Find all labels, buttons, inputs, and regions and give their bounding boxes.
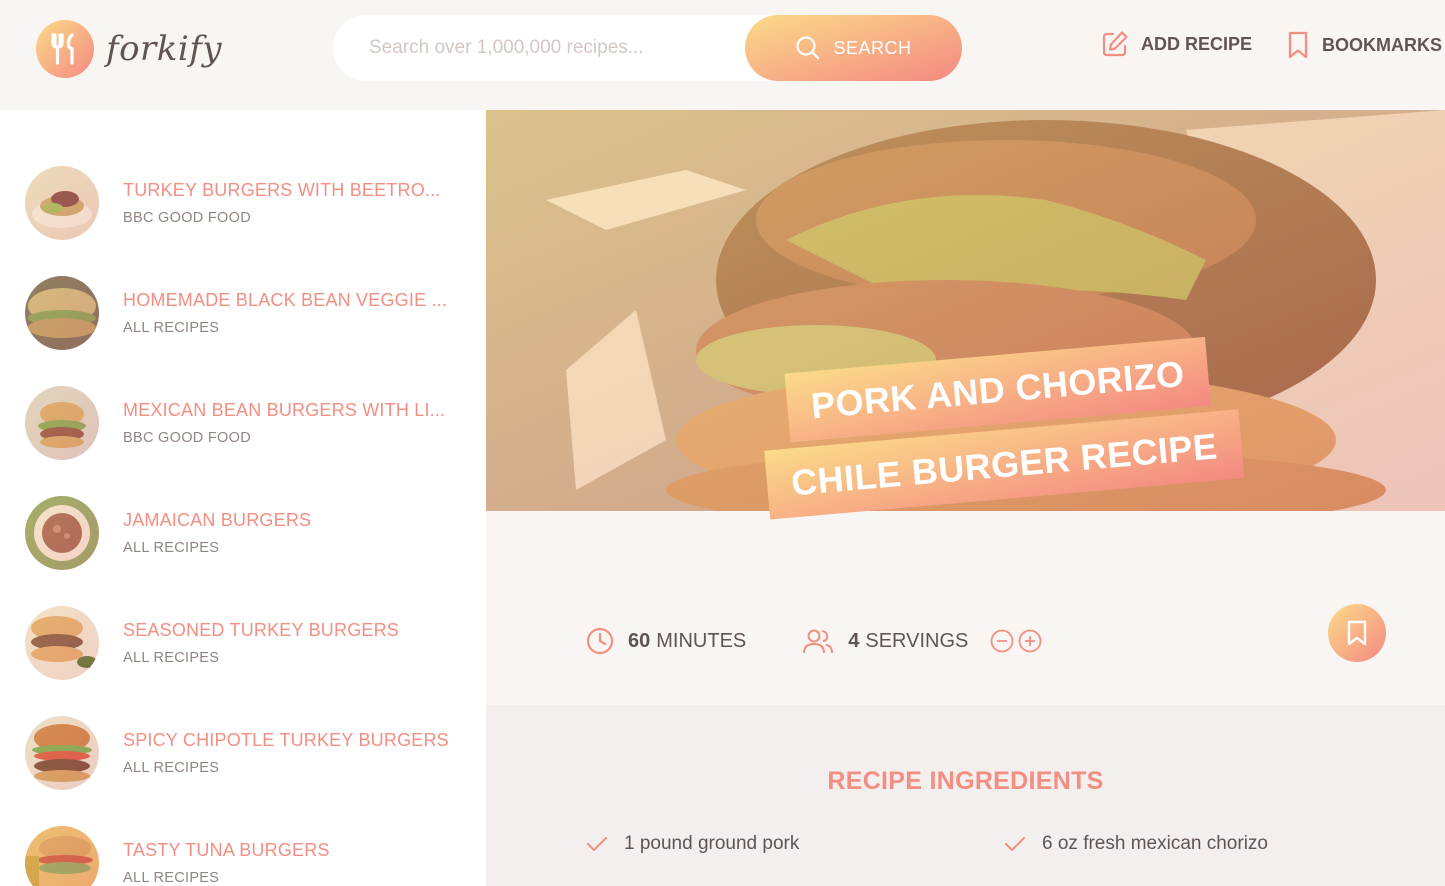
- result-item[interactable]: SEASONED TURKEY BURGERS ALL RECIPES: [25, 605, 465, 681]
- logo-text: forkify: [106, 29, 223, 69]
- result-title: TURKEY BURGERS WITH BEETRO...: [123, 180, 441, 200]
- ingredient-text: 1 pound ground pork: [624, 833, 800, 854]
- ingredient-text: 6 oz fresh mexican chorizo: [1042, 833, 1268, 854]
- ingredients-section: RECIPE INGREDIENTS 1 pound ground pork 6…: [486, 705, 1445, 886]
- result-thumbnail: [25, 386, 99, 460]
- logo-fork-icon: [36, 20, 94, 78]
- bookmarks-label: BOOKMARKS: [1322, 34, 1442, 55]
- result-publisher: ALL RECIPES: [123, 870, 220, 886]
- search-button-label: SEARCH: [833, 37, 912, 58]
- result-title: TASTY TUNA BURGERS: [123, 840, 330, 860]
- cooking-time: 60 MINUTES: [586, 627, 746, 655]
- recipe-details: 60 MINUTES 4 SERVINGS: [586, 618, 1386, 664]
- search-button[interactable]: SEARCH: [745, 15, 962, 81]
- result-thumbnail: [25, 826, 99, 886]
- result-title: MEXICAN BEAN BURGERS WITH LI...: [123, 400, 446, 420]
- bookmark-icon: [1286, 30, 1310, 60]
- result-title: SPICY CHIPOTLE TURKEY BURGERS: [123, 730, 449, 750]
- servings-controls: [988, 629, 1044, 653]
- result-thumbnail: [25, 606, 99, 680]
- result-title: HOMEMADE BLACK BEAN VEGGIE ...: [123, 290, 448, 310]
- result-publisher: ALL RECIPES: [123, 540, 220, 556]
- add-recipe-label: ADD RECIPE: [1141, 33, 1253, 54]
- minus-circle-icon: [990, 629, 1014, 653]
- bookmark-icon: [1346, 619, 1368, 647]
- recipe-view: PORK AND CHORIZO CHILE BURGER RECIPE 60 …: [486, 110, 1445, 886]
- result-publisher: ALL RECIPES: [123, 760, 220, 776]
- result-item[interactable]: MEXICAN BEAN BURGERS WITH LI... BBC GOOD…: [25, 385, 465, 461]
- result-item[interactable]: TASTY TUNA BURGERS ALL RECIPES: [25, 825, 465, 886]
- increase-servings-button[interactable]: [1016, 629, 1044, 653]
- result-title: JAMAICAN BURGERS: [123, 510, 312, 530]
- plus-circle-icon: [1018, 629, 1042, 653]
- servings-value: 4: [848, 629, 860, 652]
- result-publisher: BBC GOOD FOOD: [123, 210, 251, 226]
- cooking-time-value: 60: [628, 629, 651, 652]
- result-thumbnail: [25, 166, 99, 240]
- clock-icon: [586, 627, 614, 655]
- result-thumbnail: [25, 276, 99, 350]
- users-icon: [802, 627, 834, 655]
- result-title: SEASONED TURKEY BURGERS: [123, 620, 400, 640]
- bookmark-recipe-button[interactable]: [1328, 604, 1386, 662]
- decrease-servings-button[interactable]: [988, 629, 1016, 653]
- servings: 4 SERVINGS: [802, 627, 968, 655]
- result-publisher: BBC GOOD FOOD: [123, 430, 251, 446]
- check-icon: [1004, 835, 1026, 853]
- result-item[interactable]: JAMAICAN BURGERS ALL RECIPES: [25, 495, 465, 571]
- search-icon: [795, 35, 821, 61]
- result-item[interactable]: TURKEY BURGERS WITH BEETRO... BBC GOOD F…: [25, 165, 465, 241]
- result-publisher: ALL RECIPES: [123, 650, 220, 666]
- ingredient-item: 1 pound ground pork: [586, 833, 799, 855]
- add-recipe-button[interactable]: ADD RECIPE: [1101, 30, 1252, 58]
- result-item[interactable]: SPICY CHIPOTLE TURKEY BURGERS ALL RECIPE…: [25, 715, 465, 791]
- logo[interactable]: forkify: [36, 20, 222, 78]
- ingredients-heading: RECIPE INGREDIENTS: [827, 767, 1104, 795]
- result-thumbnail: [25, 716, 99, 790]
- bookmarks-button[interactable]: BOOKMARKS: [1286, 30, 1442, 60]
- edit-icon: [1101, 30, 1129, 58]
- ingredient-item: 6 oz fresh mexican chorizo: [1004, 833, 1268, 855]
- result-thumbnail: [25, 496, 99, 570]
- cooking-time-unit: MINUTES: [656, 629, 747, 652]
- header: forkify SEARCH ADD RECIPE BOOKMARKS: [0, 0, 1445, 110]
- search-results: TURKEY BURGERS WITH BEETRO... BBC GOOD F…: [0, 110, 486, 886]
- result-publisher: ALL RECIPES: [123, 320, 220, 336]
- result-item[interactable]: HOMEMADE BLACK BEAN VEGGIE ... ALL RECIP…: [25, 275, 465, 351]
- search-input[interactable]: [369, 15, 739, 81]
- servings-unit: SERVINGS: [865, 629, 969, 652]
- search-form: SEARCH: [333, 15, 962, 81]
- check-icon: [586, 835, 608, 853]
